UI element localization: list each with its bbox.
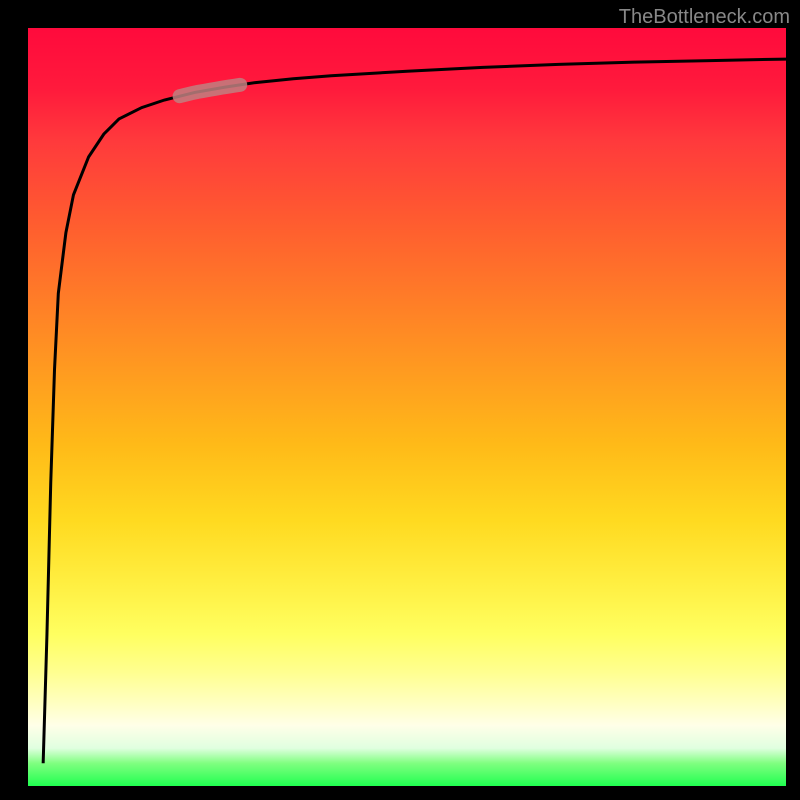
highlight-segment (180, 85, 241, 96)
chart-container (28, 28, 786, 786)
watermark-text: TheBottleneck.com (619, 6, 790, 29)
plot-area (28, 28, 786, 786)
curve-svg (28, 28, 786, 786)
bottleneck-curve-line (43, 59, 786, 763)
